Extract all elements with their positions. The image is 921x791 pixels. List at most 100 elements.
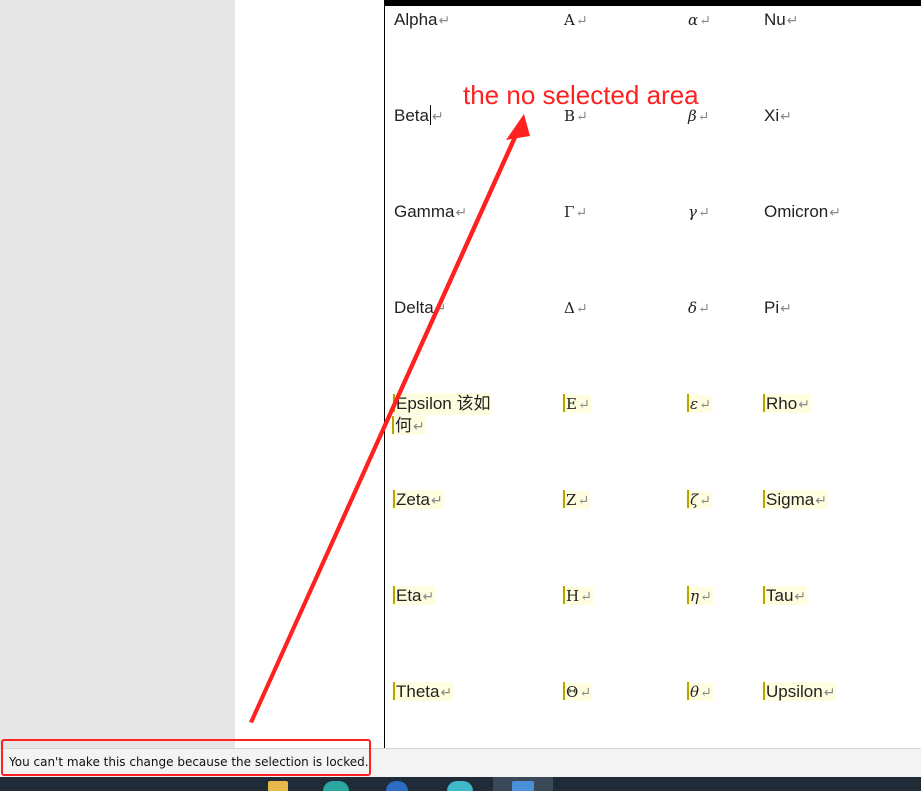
cell-text: Γ [564,203,575,221]
table-cell-name2[interactable]: Omicron↵ [764,201,841,223]
table-cell-lower[interactable]: α↵ [688,9,711,32]
table-cell-lower[interactable]: ζ↵ [686,489,712,512]
cell-text: δ [688,299,698,317]
cell-text: Upsilon [766,682,823,701]
locked-region: Ε↵ [562,395,591,413]
paragraph-mark-icon: ↵ [823,684,836,700]
taskbar [0,777,921,791]
table-cell-lower[interactable]: ε↵ [686,393,712,416]
cell-text: Η [566,587,580,605]
table-cell-name2[interactable]: Upsilon↵ [762,681,837,703]
cell-text: Θ [566,683,579,701]
paragraph-mark-icon: ↵ [575,205,588,221]
table-cell-upper[interactable]: Ε↵ [562,393,591,416]
table-cell-upper[interactable]: Γ↵ [564,201,587,224]
table-cell-lower[interactable]: η↵ [686,585,713,608]
table-cell-name2[interactable]: Nu↵ [764,9,798,31]
locked-region: Η↵ [562,587,593,605]
table-cell-name[interactable]: Theta↵ [392,681,454,703]
cell-text: ζ [690,491,699,509]
table-cell-upper[interactable]: Δ↵ [564,297,588,320]
locked-region: θ↵ [686,683,713,701]
table-cell-name2[interactable]: Tau↵ [762,585,808,607]
table-cell-name2[interactable]: Rho↵ [762,393,811,415]
table-cell-name[interactable]: Zeta↵ [392,489,444,511]
paragraph-mark-icon: ↵ [434,300,447,316]
cell-text: Xi [764,106,780,125]
cell-text: ε [690,395,699,413]
paragraph-mark-icon: ↵ [422,588,435,604]
cell-text: Alpha [394,10,438,29]
file-explorer-icon[interactable] [268,781,288,791]
paragraph-mark-icon: ↵ [786,12,799,28]
text-cursor [429,105,431,125]
paragraph-mark-icon: ↵ [700,685,712,701]
cell-text: Omicron [764,202,829,221]
paragraph-mark-icon: ↵ [698,301,710,317]
annotation-highlight-box [1,739,371,776]
cell-text: Sigma [766,490,815,509]
table-cell-name[interactable]: Beta ↵ [394,105,444,127]
locked-region: 何↵ [392,416,426,435]
paragraph-mark-icon: ↵ [699,13,711,29]
paragraph-mark-icon: ↵ [780,108,792,124]
paragraph-mark-icon: ↵ [438,12,451,28]
paragraph-mark-icon: ↵ [575,301,588,317]
locked-region: Epsilon 该如 [392,393,492,415]
cell-text: Gamma [394,202,455,221]
cell-text: Nu [764,10,786,29]
paragraph-mark-icon: ↵ [697,109,710,125]
paragraph-mark-icon: ↵ [780,300,792,316]
table-cell-name[interactable]: Delta↵ [394,297,446,319]
cell-text: Α [564,11,575,29]
paragraph-mark-icon: ↵ [576,109,588,125]
paragraph-mark-icon: ↵ [575,13,588,29]
table-cell-name2[interactable]: Pi↵ [764,297,792,319]
paragraph-mark-icon: ↵ [577,397,590,413]
paragraph-mark-icon: ↵ [455,204,468,220]
table-cell-upper[interactable]: Α↵ [564,9,588,32]
paragraph-mark-icon: ↵ [829,204,841,220]
table-top-border [385,0,921,6]
paragraph-mark-icon: ↵ [699,397,711,413]
table-cell-name2[interactable]: Xi↵ [764,105,792,127]
table-cell-lower[interactable]: θ↵ [686,681,713,704]
table-cell-name[interactable]: Epsilon 该如 何↵ [392,393,502,437]
paragraph-mark-icon: ↵ [440,684,453,700]
locked-region: Eta↵ [392,586,436,605]
cell-text: Ε [566,395,577,413]
table-cell-name[interactable]: Gamma↵ [394,201,467,223]
app-icon[interactable] [447,781,473,791]
app-icon[interactable] [386,781,408,791]
cell-text: Pi [764,298,780,317]
paragraph-mark-icon: ↵ [580,589,592,605]
table-cell-name[interactable]: Alpha↵ [394,9,450,31]
table-left-border [384,0,385,748]
table-cell-lower[interactable]: δ↵ [688,297,710,320]
paragraph-mark-icon: ↵ [431,492,443,508]
word-icon[interactable] [512,781,534,791]
table-cell-name[interactable]: Eta↵ [392,585,436,607]
cell-text: α [688,11,699,29]
table-cell-upper[interactable]: Η↵ [562,585,593,608]
paragraph-mark-icon: ↵ [798,396,810,412]
cell-text: γ [688,203,697,221]
cell-text: 何 [395,416,412,435]
cell-text: θ [690,683,700,701]
table-cell-name2[interactable]: Sigma↵ [762,489,828,511]
table-cell-upper[interactable]: Θ↵ [562,681,593,704]
paragraph-mark-icon: ↵ [699,493,711,509]
cell-text: Delta [394,298,434,317]
table-cell-lower[interactable]: γ↵ [688,201,710,224]
cell-text: Δ [564,299,575,317]
annotation-label: the no selected area [463,80,699,110]
paragraph-mark-icon: ↵ [577,493,590,509]
browser-icon[interactable] [323,781,349,791]
table-cell-upper[interactable]: Ζ↵ [562,489,591,512]
cell-text: Theta [396,682,440,701]
paragraph-mark-icon: ↵ [794,588,807,604]
cell-text: Eta [396,586,422,605]
locked-region: Theta↵ [392,682,454,701]
locked-region: Tau↵ [762,586,808,605]
paragraph-mark-icon: ↵ [413,418,425,434]
